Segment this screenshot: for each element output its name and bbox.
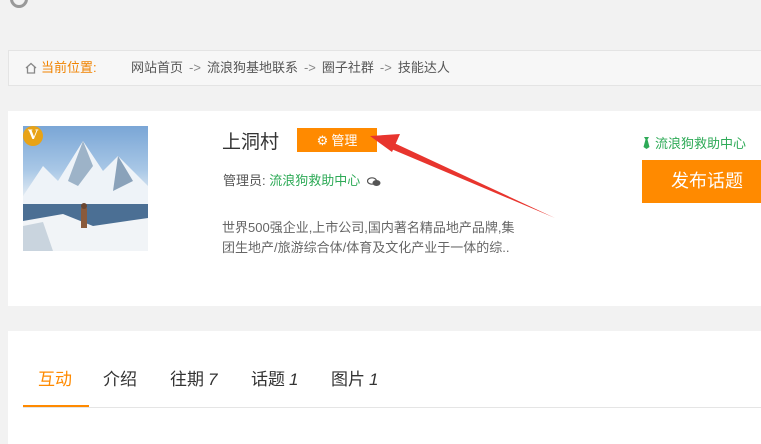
breadcrumb: 当前位置: 网站首页 -> 流浪狗基地联系 -> 圈子社群 -> 技能达人 bbox=[8, 50, 761, 86]
breadcrumb-separator: -> bbox=[303, 60, 316, 75]
admin-link[interactable]: 流浪狗救助中心 bbox=[269, 173, 360, 188]
group-name: 上洞村 bbox=[222, 132, 280, 153]
tab-label: 介绍 bbox=[103, 370, 137, 389]
breadcrumb-skills[interactable]: 技能达人 bbox=[398, 60, 450, 75]
chat-icon[interactable] bbox=[366, 176, 381, 187]
admin-row: 管理员: 流浪狗救助中心 bbox=[223, 170, 381, 189]
notice-icon bbox=[10, 0, 28, 8]
group-thumbnail[interactable] bbox=[23, 126, 148, 251]
tab-images[interactable]: 图片 1 bbox=[331, 365, 378, 407]
tab-count: 1 bbox=[289, 370, 299, 389]
breadcrumb-label: 当前位置: bbox=[41, 60, 97, 75]
tab-label: 往期 bbox=[170, 370, 204, 389]
tie-icon bbox=[643, 137, 650, 149]
group-description: 世界500强企业,上市公司,国内著名精品地产品牌,集团生地产/旅游综合体/体育及… bbox=[222, 220, 515, 255]
rescue-center-label: 流浪狗救助中心 bbox=[655, 136, 747, 151]
notice-bar bbox=[0, 0, 761, 14]
home-icon bbox=[25, 62, 37, 74]
tab-archive[interactable]: 往期 7 bbox=[170, 365, 217, 407]
breadcrumb-rescue-base[interactable]: 流浪狗基地联系 bbox=[207, 60, 298, 75]
tab-count: 7 bbox=[208, 370, 218, 389]
tab-intro[interactable]: 介绍 bbox=[103, 365, 137, 407]
mountain-lake-image bbox=[23, 141, 148, 251]
tab-count: 1 bbox=[369, 370, 379, 389]
group-info-card: V 上洞村 ⚙ 管理 管理员: 流浪狗救助中心 世界500强企业,上市公司,国内著… bbox=[8, 111, 761, 306]
gear-icon: ⚙ bbox=[316, 133, 329, 148]
breadcrumb-home[interactable]: 网站首页 bbox=[131, 60, 183, 75]
rescue-center-link[interactable]: 流浪狗救助中心 bbox=[642, 133, 746, 152]
manage-button-label: 管理 bbox=[331, 133, 358, 148]
tabs-divider bbox=[23, 407, 761, 408]
tab-interaction[interactable]: 互动 bbox=[38, 365, 72, 407]
tabs-card: 互动 介绍 往期 7 话题 1 图片 1 bbox=[8, 331, 761, 444]
breadcrumb-separator: -> bbox=[189, 60, 201, 75]
manage-button[interactable]: ⚙ 管理 bbox=[297, 128, 377, 152]
tab-label: 话题 bbox=[251, 370, 285, 389]
tab-label: 图片 bbox=[331, 370, 365, 389]
tab-label: 互动 bbox=[38, 370, 72, 389]
admin-label: 管理员: bbox=[223, 173, 266, 188]
active-tab-indicator bbox=[23, 405, 89, 407]
tab-topics[interactable]: 话题 1 bbox=[251, 365, 298, 407]
breadcrumb-community[interactable]: 圈子社群 bbox=[322, 60, 374, 75]
verified-badge: V bbox=[23, 126, 43, 146]
breadcrumb-separator: -> bbox=[379, 60, 392, 75]
publish-topic-button[interactable]: 发布话题 bbox=[642, 160, 761, 203]
